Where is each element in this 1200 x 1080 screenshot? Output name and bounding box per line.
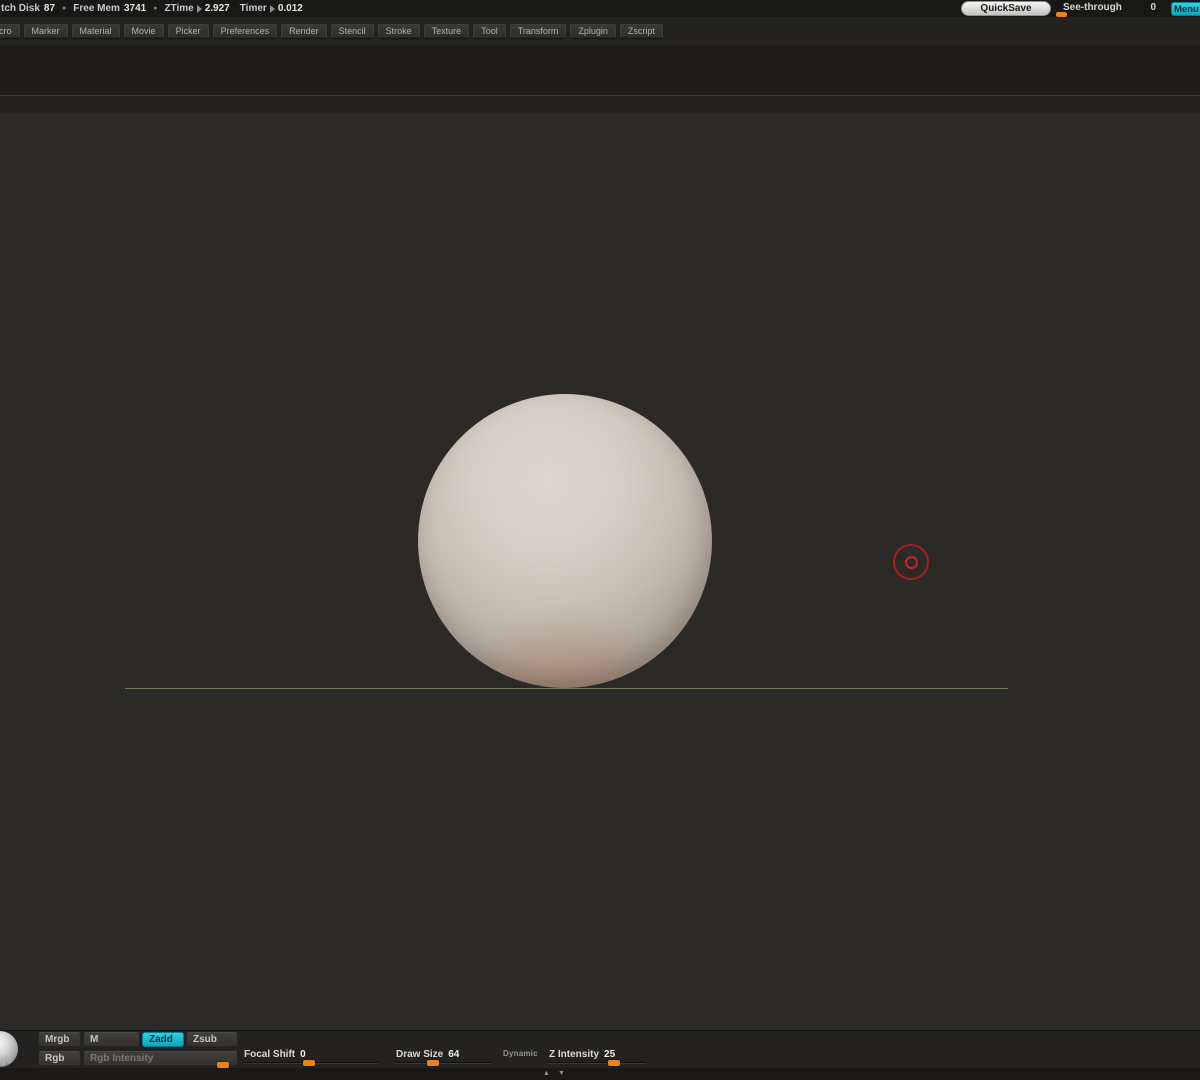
menu-item-marker[interactable]: Marker xyxy=(23,24,68,38)
menu-item-zplugin[interactable]: Zplugin xyxy=(570,24,616,38)
zadd-button[interactable]: Zadd xyxy=(142,1032,184,1047)
focal-shift-value: 0 xyxy=(300,1049,306,1060)
top-region: tch Disk 87 ● Free Mem 3741 ● ZTime 2.92… xyxy=(0,0,1200,113)
z-intensity-value: 25 xyxy=(604,1049,616,1060)
floor-grid-line xyxy=(125,688,1008,689)
menu-item-movie[interactable]: Movie xyxy=(123,24,164,38)
focal-shift-slider[interactable]: Focal Shift 0 xyxy=(243,1048,378,1066)
z-intensity-slider[interactable]: Z Intensity 25 xyxy=(548,1048,646,1066)
menu-item-stroke[interactable]: Stroke xyxy=(377,24,420,38)
focal-shift-nub[interactable] xyxy=(303,1060,316,1066)
bottom-toolbar: ye Mrgb M Zadd Zsub Rgb Rgb Intensity Fo… xyxy=(0,1030,1200,1080)
tray-toggle-arrows[interactable]: ▲ ▼ xyxy=(543,1069,565,1079)
timer-label: Timer xyxy=(239,3,267,14)
zbrush-app: tch Disk 87 ● Free Mem 3741 ● ZTime 2.92… xyxy=(0,0,1200,1080)
bottom-edge-strip: ▲ ▼ xyxy=(0,1068,1200,1080)
ztime-metric: ZTime 2.927 xyxy=(164,3,229,14)
scratch-disk-metric: tch Disk 87 xyxy=(1,3,55,14)
menu-item-picker[interactable]: Picker xyxy=(167,24,209,38)
free-mem-metric: Free Mem 3741 xyxy=(73,3,146,14)
menu-item-preferences[interactable]: Preferences xyxy=(212,24,278,38)
z-intensity-label: Z Intensity 25 xyxy=(549,1049,616,1060)
separator-dot: ● xyxy=(153,5,158,12)
menu-toggle-button[interactable]: Menu xyxy=(1171,2,1200,16)
draw-size-label: Draw Size 64 xyxy=(396,1049,460,1060)
draw-size-value: 64 xyxy=(448,1049,460,1060)
arrow-down-icon[interactable]: ▼ xyxy=(558,1069,565,1079)
focal-shift-label: Focal Shift 0 xyxy=(244,1049,306,1060)
timer-value: 0.012 xyxy=(277,3,303,14)
see-through-label: See-through xyxy=(1063,2,1122,13)
see-through-value: 0 xyxy=(1150,2,1156,13)
menu-item-texture[interactable]: Texture xyxy=(423,24,470,38)
rgb-intensity-slider[interactable]: Rgb Intensity xyxy=(83,1051,238,1068)
draw-size-nub[interactable] xyxy=(427,1060,440,1066)
menu-item-transform[interactable]: Transform xyxy=(509,24,567,38)
rgb-button[interactable]: Rgb xyxy=(38,1051,81,1066)
rgb-intensity-label: Rgb Intensity xyxy=(90,1053,154,1064)
see-through-slider[interactable]: See-through 0 xyxy=(1063,2,1156,13)
free-mem-label: Free Mem xyxy=(73,3,120,14)
z-intensity-nub[interactable] xyxy=(607,1060,620,1066)
m-button[interactable]: M xyxy=(83,1032,140,1047)
mrgb-button[interactable]: Mrgb xyxy=(38,1032,81,1047)
ztime-value: 2.927 xyxy=(204,3,230,14)
menu-item-zscript[interactable]: Zscript xyxy=(619,24,663,38)
quicksave-button[interactable]: QuickSave xyxy=(961,1,1051,16)
upper-shelf-band xyxy=(0,45,1200,95)
scratch-disk-label: tch Disk xyxy=(1,3,40,14)
z-intensity-track[interactable] xyxy=(548,1062,646,1064)
separator-dot: ● xyxy=(62,5,67,12)
dynamic-toggle[interactable]: Dynamic xyxy=(503,1049,538,1058)
scratch-disk-value: 87 xyxy=(43,3,56,14)
top-lower-band xyxy=(0,96,1200,113)
sphere-model[interactable] xyxy=(418,394,712,688)
ztime-label: ZTime xyxy=(164,3,194,14)
ztime-arrow-icon xyxy=(196,4,202,13)
free-mem-value: 3741 xyxy=(123,3,147,14)
menu-bar: acro Marker Material Movie Picker Prefer… xyxy=(0,24,663,38)
menu-item-tool[interactable]: Tool xyxy=(473,24,506,38)
see-through-slider-nub[interactable] xyxy=(1056,12,1067,17)
arrow-up-icon[interactable]: ▲ xyxy=(543,1069,550,1079)
timer-metric: Timer 0.012 xyxy=(240,3,303,14)
menu-item-render[interactable]: Render xyxy=(281,24,327,38)
menu-item-stencil[interactable]: Stencil xyxy=(330,24,374,38)
menu-item-material[interactable]: Material xyxy=(71,24,120,38)
zsub-button[interactable]: Zsub xyxy=(186,1032,238,1047)
brush-cursor-inner-icon xyxy=(904,555,918,569)
draw-size-slider[interactable]: Draw Size 64 xyxy=(395,1048,491,1066)
brush-cursor-icon xyxy=(893,544,929,580)
draw-size-track[interactable] xyxy=(395,1062,491,1064)
menu-item-macro[interactable]: acro xyxy=(0,24,20,38)
clipped-shelf-label: ye xyxy=(1,1055,13,1066)
timer-arrow-icon xyxy=(269,4,275,13)
viewport-canvas[interactable] xyxy=(0,113,1200,1030)
